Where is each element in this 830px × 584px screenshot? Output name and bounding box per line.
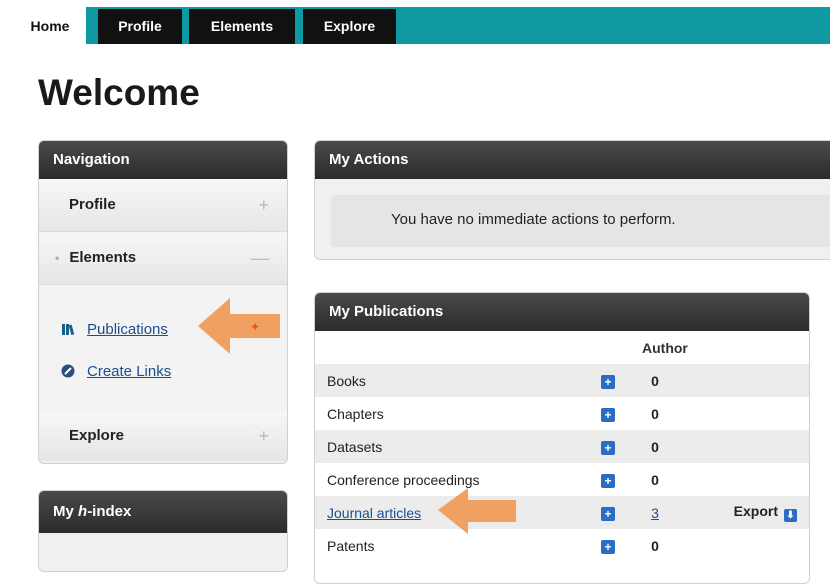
journal-articles-count-link[interactable]: 3 [651, 505, 659, 521]
books-icon [62, 324, 75, 336]
hindex-title-italic: h [78, 503, 88, 520]
bullet-icon: • [55, 251, 60, 265]
table-row: Journal articles + 3 Export ⬇ [315, 496, 809, 529]
plus-icon[interactable]: + [601, 506, 615, 521]
table-row: Conference proceedings + 0 [315, 463, 809, 496]
publications-link-label: Publications [87, 321, 168, 338]
journal-articles-link[interactable]: Journal articles [327, 505, 421, 521]
nav-item-profile[interactable]: Profile + [39, 179, 287, 232]
row-count: 0 [651, 537, 659, 554]
row-count: 0 [651, 471, 659, 488]
table-row: Datasets + 0 [315, 430, 809, 463]
export-label: Export [733, 503, 778, 519]
annotation-arrow-journal-articles [438, 488, 516, 534]
plus-icon[interactable]: + [601, 374, 615, 389]
table-row: Patents + 0 [315, 529, 809, 562]
actions-panel: My Actions You have no immediate actions… [314, 140, 830, 260]
actions-message: You have no immediate actions to perform… [331, 195, 830, 247]
plus-icon[interactable]: + [601, 539, 615, 554]
tab-explore[interactable]: Explore [303, 9, 396, 44]
export-icon: ⬇ [784, 509, 797, 522]
row-count: 0 [651, 405, 659, 422]
nav-item-profile-label: Profile [69, 196, 116, 213]
plus-icon[interactable]: + [601, 407, 615, 422]
nav-item-explore[interactable]: Explore + [39, 411, 287, 461]
row-count: 0 [634, 364, 676, 397]
annotation-arrow-publications: ✦ [198, 298, 280, 354]
row-count: 0 [634, 430, 676, 463]
publications-panel: My Publications Author Books + 0 Chapter… [314, 292, 810, 584]
create-links-label: Create Links [87, 363, 172, 380]
page-title: Welcome [38, 72, 200, 113]
link-icon [61, 364, 75, 378]
nav-link-create-links[interactable]: Create Links [61, 363, 171, 380]
navigation-panel-title: Navigation [39, 141, 287, 179]
svg-text:✦: ✦ [250, 320, 260, 334]
nav-item-elements-label: Elements [69, 249, 137, 266]
export-button[interactable]: Export ⬇ [676, 496, 809, 529]
top-nav-bar: Home Profile Elements Explore [0, 0, 830, 48]
table-header-row: Author [315, 331, 809, 364]
nav-item-explore-label: Explore [69, 427, 125, 444]
nav-item-elements[interactable]: • Elements — [39, 232, 287, 285]
tab-profile[interactable]: Profile [98, 9, 182, 44]
tab-home[interactable]: Home [14, 8, 86, 48]
plus-icon[interactable]: + [601, 440, 615, 455]
row-label: Chapters [327, 405, 384, 422]
hindex-title-prefix: My [53, 503, 79, 520]
nav-link-publications[interactable]: Publications [61, 321, 168, 338]
hindex-title-suffix: -index [87, 503, 132, 520]
table-row: Books + 0 [315, 364, 809, 397]
plus-icon[interactable]: + [601, 473, 615, 488]
tab-elements[interactable]: Elements [189, 9, 295, 44]
collapse-minus-icon[interactable]: — [251, 232, 269, 284]
expand-plus-icon[interactable]: + [258, 411, 269, 461]
publications-panel-title: My Publications [315, 293, 809, 331]
expand-plus-icon[interactable]: + [258, 179, 269, 231]
actions-panel-title: My Actions [315, 141, 830, 179]
hindex-panel-title: My h-index [39, 491, 287, 533]
hindex-panel: My h-index [38, 490, 288, 572]
row-label: Datasets [315, 430, 582, 463]
table-row: Chapters + 0 [315, 397, 809, 430]
publications-table: Author Books + 0 Chapters + 0 Datasets +… [315, 331, 809, 562]
row-label: Books [315, 364, 582, 397]
column-header-author: Author [642, 339, 688, 356]
